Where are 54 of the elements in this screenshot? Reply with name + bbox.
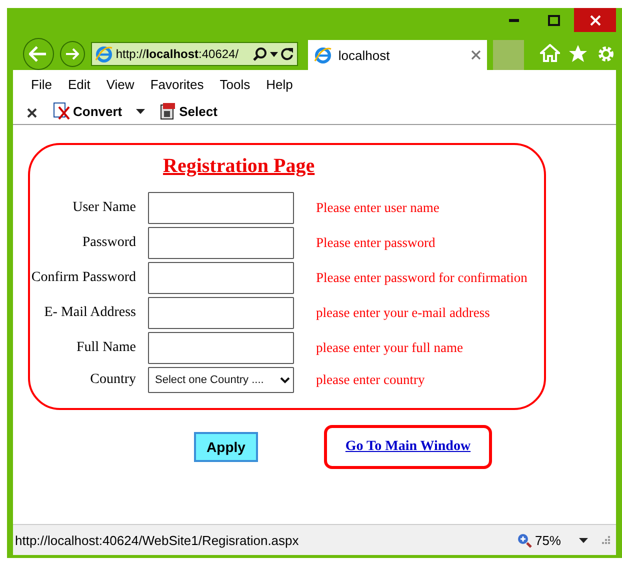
tab-title: localhost bbox=[338, 48, 391, 62]
left-arrow-icon bbox=[29, 46, 48, 62]
browser-logo-icon bbox=[314, 46, 332, 64]
document-icon bbox=[159, 102, 178, 120]
caret-icon[interactable] bbox=[579, 538, 588, 542]
field-label: Confirm Password bbox=[31, 270, 136, 286]
validation-message: Please enter password for confirmation bbox=[316, 270, 528, 286]
star-icon[interactable] bbox=[568, 44, 588, 63]
select-button[interactable]: Select bbox=[157, 102, 220, 120]
validation-message: please enter country bbox=[316, 372, 426, 388]
field-label: Password bbox=[82, 235, 136, 251]
menu-item[interactable]: Edit bbox=[60, 76, 98, 92]
status-url: http://localhost:40624/WebSite1/Regisration.aspx bbox=[15, 532, 300, 548]
browser-tab[interactable]: localhost bbox=[308, 40, 488, 70]
zoom-level[interactable]: 75% bbox=[534, 532, 561, 548]
page-title: Registration Page bbox=[163, 155, 315, 178]
caret-icon[interactable] bbox=[136, 108, 146, 114]
menu-item[interactable]: File bbox=[23, 76, 60, 92]
menu-item[interactable]: Favorites bbox=[142, 76, 212, 92]
right-arrow-icon bbox=[65, 48, 80, 60]
convert-button[interactable]: Convert bbox=[51, 102, 124, 120]
validation-message: Please enter password bbox=[316, 235, 436, 251]
field-label: E- Mail Address bbox=[44, 305, 136, 321]
validation-message: please enter your full name bbox=[316, 340, 464, 356]
close-icon bbox=[590, 14, 600, 26]
search-icon[interactable] bbox=[253, 47, 268, 61]
browser-logo-icon bbox=[94, 45, 113, 63]
zoom-icon[interactable] bbox=[516, 532, 532, 548]
close-button[interactable] bbox=[574, 8, 616, 32]
input-field[interactable] bbox=[148, 332, 294, 364]
minimize-icon[interactable] bbox=[509, 18, 519, 22]
field-label: User Name bbox=[72, 200, 136, 216]
menu-item[interactable]: View bbox=[98, 76, 142, 92]
validation-message: Please enter user name bbox=[316, 200, 440, 216]
input-field[interactable] bbox=[148, 262, 294, 294]
country-dropdown[interactable]: Select one Country .... bbox=[148, 367, 294, 393]
validation-message: please enter your e-mail address bbox=[316, 305, 491, 321]
menu-item[interactable]: Help bbox=[258, 76, 301, 92]
address-bar[interactable]: http://localhost:40624/ bbox=[90, 42, 298, 66]
input-field[interactable] bbox=[148, 227, 294, 259]
field-label: Country bbox=[90, 372, 136, 388]
forward-button[interactable] bbox=[60, 41, 85, 67]
refresh-icon[interactable] bbox=[281, 47, 294, 61]
main-window-link[interactable]: Go To Main Window bbox=[345, 439, 471, 455]
close-icon[interactable] bbox=[27, 108, 37, 118]
menu-item[interactable]: Tools bbox=[212, 76, 258, 92]
pdf-document-icon bbox=[53, 102, 71, 120]
maximize-icon[interactable] bbox=[548, 14, 560, 26]
apply-button[interactable]: Apply bbox=[194, 432, 258, 462]
caret-icon[interactable] bbox=[270, 52, 278, 56]
input-field[interactable] bbox=[148, 297, 294, 329]
resize-grip-icon[interactable] bbox=[602, 536, 610, 544]
field-label: Full Name bbox=[76, 340, 136, 356]
input-field[interactable] bbox=[148, 192, 294, 224]
